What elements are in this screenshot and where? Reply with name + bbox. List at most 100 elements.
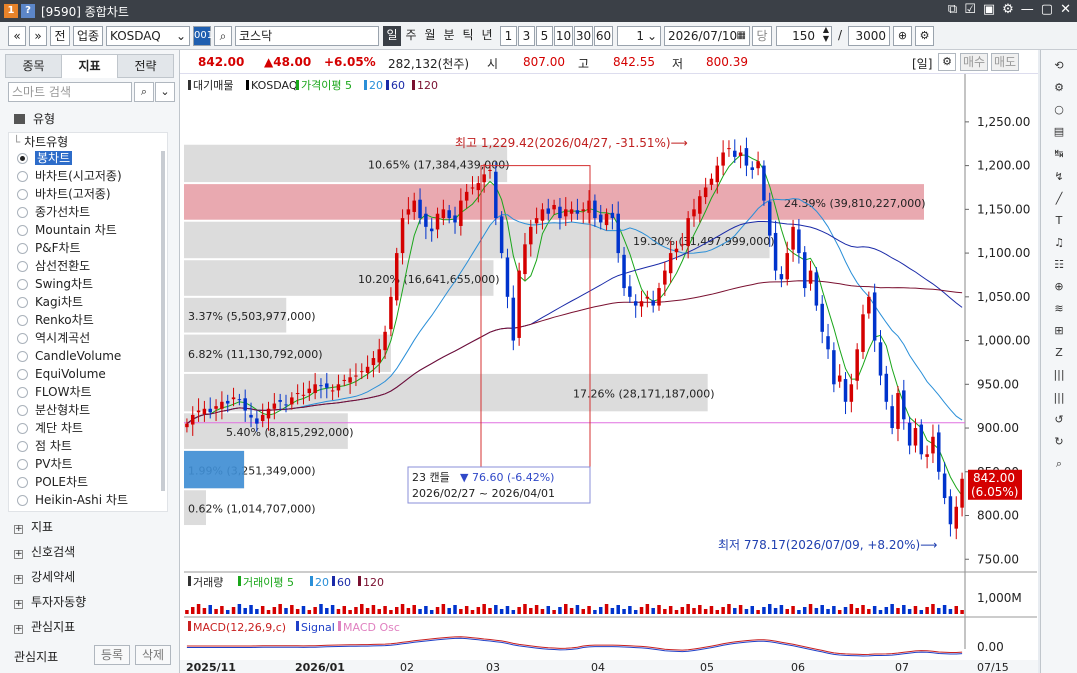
help-icon[interactable]: ? — [21, 4, 35, 18]
settings-icon[interactable]: ⚙ — [1051, 80, 1067, 96]
tab-strategy[interactable]: 전략 — [117, 54, 174, 78]
candlestick-chart[interactable]: 10.65% (17,384,439,000)24.39% (39,810,22… — [180, 74, 1038, 673]
calendar-icon[interactable]: ▦ — [737, 27, 746, 45]
expand-icon[interactable]: + — [14, 525, 23, 534]
bars2-icon[interactable]: ||| — [1051, 390, 1067, 406]
expand-icon[interactable]: + — [14, 575, 23, 584]
chart-type-item[interactable]: 삼선전환도 — [17, 258, 90, 275]
gear-icon[interactable]: ⚙ — [915, 26, 934, 46]
bars-icon[interactable]: ||| — [1051, 367, 1067, 383]
crosshair-icon[interactable]: ↹ — [1051, 146, 1067, 162]
z-icon[interactable]: Z — [1051, 345, 1067, 361]
interval-30-button[interactable]: 30 — [574, 26, 593, 46]
chart-icon[interactable]: ▤ — [1051, 124, 1067, 140]
radio-button[interactable] — [17, 315, 28, 326]
radio-button[interactable] — [17, 459, 28, 470]
radio-button[interactable] — [17, 171, 28, 182]
tree-group-1[interactable]: + 신호검색 — [14, 543, 75, 560]
interval-5-button[interactable]: 5 — [536, 26, 553, 46]
expand-icon[interactable]: + — [14, 625, 23, 634]
screenshot-icon[interactable]: ▣ — [983, 2, 995, 17]
radio-button[interactable] — [17, 207, 28, 218]
radio-button[interactable] — [17, 477, 28, 488]
count-input[interactable]: 150 ▲ ▼ — [776, 25, 832, 46]
radio-button[interactable] — [17, 189, 28, 200]
interval-3-button[interactable]: 3 — [518, 26, 535, 46]
table-icon[interactable]: ⊞ — [1051, 323, 1067, 339]
radio-button[interactable] — [17, 243, 28, 254]
refresh-icon[interactable]: ⟲ — [1051, 58, 1067, 74]
grid-icon[interactable]: ☷ — [1051, 257, 1067, 273]
chart-type-item[interactable]: P&F차트 — [17, 240, 81, 257]
tab-indicator[interactable]: 지표 — [61, 54, 118, 78]
radio-button[interactable] — [17, 225, 28, 236]
interval-1-button[interactable]: 1 — [500, 26, 517, 46]
radio-button[interactable] — [17, 333, 28, 344]
dropdown-icon[interactable]: ⌄ — [155, 82, 175, 102]
period-day-button[interactable]: 일 — [383, 26, 401, 46]
delete-button[interactable]: 삭제 — [135, 645, 171, 665]
chart-type-item[interactable]: POLE차트 — [17, 474, 88, 491]
spinner-icon[interactable]: ▲ ▼ — [823, 25, 829, 43]
radio-button[interactable] — [17, 351, 28, 362]
text-tool-icon[interactable]: T — [1051, 213, 1067, 229]
period-minute-button[interactable]: 분 — [440, 26, 458, 46]
chart-type-item[interactable]: Heikin-Ashi 차트 — [17, 492, 128, 509]
period-tick-button[interactable]: 틱 — [459, 26, 477, 46]
interval-10-button[interactable]: 10 — [554, 26, 573, 46]
chart-type-item[interactable]: CandleVolume — [17, 348, 121, 365]
period-week-button[interactable]: 주 — [402, 26, 420, 46]
chart-type-item[interactable]: Swing차트 — [17, 276, 93, 293]
radio-button[interactable] — [17, 261, 28, 272]
radio-button[interactable] — [17, 279, 28, 290]
cursor-icon[interactable]: ↯ — [1051, 169, 1067, 185]
chart-type-item[interactable]: FLOW차트 — [17, 384, 92, 401]
all-button[interactable]: 전 — [50, 26, 70, 46]
market-select[interactable]: KOSDAQ ⌄ — [106, 26, 190, 46]
chart-type-item[interactable]: 바차트(고저종) — [17, 186, 111, 203]
search-icon[interactable]: ⌕ — [134, 82, 154, 102]
chart-type-item[interactable]: 봉차트 — [17, 150, 73, 167]
chart-settings-icon[interactable]: ⚙ — [938, 53, 956, 71]
buy-button[interactable]: 매수 — [960, 53, 988, 71]
chart-type-item[interactable]: Mountain 차트 — [17, 222, 117, 239]
circle-icon[interactable]: ○ — [1051, 102, 1067, 118]
chart-type-item[interactable]: Renko차트 — [17, 312, 94, 329]
zoom-in-icon[interactable]: ⊕ — [1051, 279, 1067, 295]
zoom-icon[interactable]: ⌕ — [1051, 456, 1067, 472]
radio-button[interactable] — [17, 495, 28, 506]
chart-type-item[interactable]: 점 차트 — [17, 438, 72, 455]
redo-icon[interactable]: ↻ — [1051, 434, 1067, 450]
industry-button[interactable]: 업종 — [73, 26, 103, 46]
total-count-field[interactable]: 3000 — [848, 26, 890, 46]
maximize-icon[interactable]: ▢ — [1041, 2, 1053, 17]
tree-group-4[interactable]: + 관심지표 — [14, 618, 75, 635]
smart-search-input[interactable]: 스마트 검색 — [8, 82, 132, 102]
period-year-button[interactable]: 년 — [478, 26, 496, 46]
tree-group-0[interactable]: + 지표 — [14, 518, 53, 535]
scrollbar[interactable] — [161, 151, 165, 491]
chart-type-item[interactable]: Kagi차트 — [17, 294, 83, 311]
line-tool-icon[interactable]: ╱ — [1051, 191, 1067, 207]
close-icon[interactable]: ✕ — [1060, 2, 1071, 17]
checklist-icon[interactable]: ☑ — [964, 2, 976, 17]
expand-icon[interactable]: + — [14, 550, 23, 559]
minimize-icon[interactable]: — — [1021, 2, 1034, 17]
tree-group-3[interactable]: + 투자자동향 — [14, 593, 86, 610]
nav-prev-button[interactable]: « — [8, 26, 26, 46]
tree-group-2[interactable]: + 강세약세 — [14, 568, 75, 585]
radio-button[interactable] — [17, 369, 28, 380]
radio-button[interactable] — [17, 405, 28, 416]
sell-button[interactable]: 매도 — [991, 53, 1019, 71]
chart-type-item[interactable]: 분산형차트 — [17, 402, 90, 419]
interval-60-button[interactable]: 60 — [594, 26, 613, 46]
chart-type-item[interactable]: 바차트(시고저종) — [17, 168, 122, 185]
chart-type-item[interactable]: 종가선차트 — [17, 204, 90, 221]
pattern-icon[interactable]: ♫ — [1051, 235, 1067, 251]
period-month-button[interactable]: 월 — [421, 26, 439, 46]
chart-type-item[interactable]: PV차트 — [17, 456, 73, 473]
expand-icon[interactable]: + — [14, 600, 23, 609]
stock-name-field[interactable]: 코스닥 — [235, 26, 379, 46]
settings-icon[interactable]: ⚙ — [1002, 2, 1014, 17]
radio-button[interactable] — [17, 297, 28, 308]
